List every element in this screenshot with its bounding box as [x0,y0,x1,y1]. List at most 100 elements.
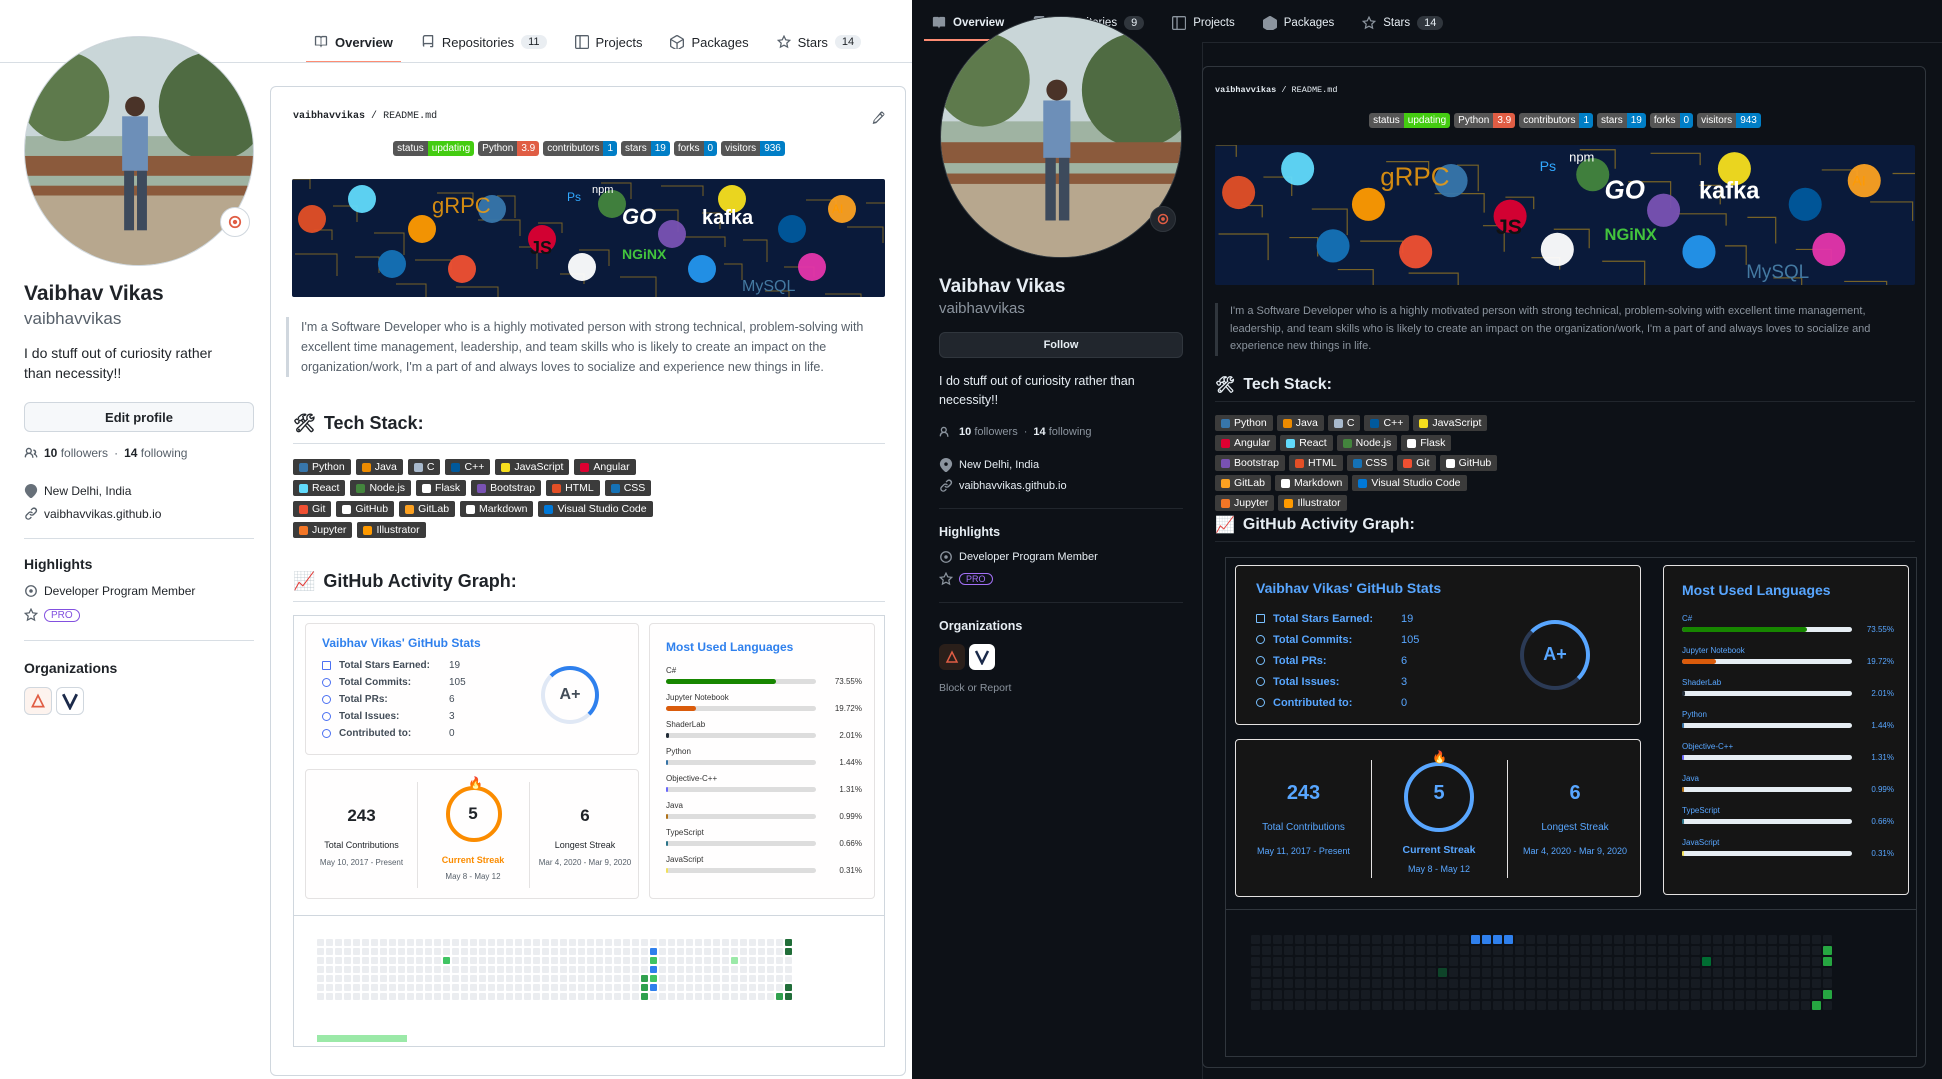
contribution-cell[interactable] [1746,979,1755,988]
contribution-cell[interactable] [1526,935,1535,944]
contribution-cell[interactable] [632,939,639,946]
contribution-cell[interactable] [713,975,720,982]
contribution-cell[interactable] [1812,990,1821,999]
contribution-cell[interactable] [677,966,684,973]
contribution-cell[interactable] [1823,946,1832,955]
contribution-cell[interactable] [578,957,585,964]
website-link[interactable]: vaibhavvikas.github.io [959,480,1067,492]
contribution-cell[interactable] [452,993,459,1000]
contribution-cell[interactable] [713,966,720,973]
contribution-cell[interactable] [677,948,684,955]
contribution-cell[interactable] [1416,990,1425,999]
contribution-cell[interactable] [704,993,711,1000]
contribution-cell[interactable] [1570,990,1579,999]
contribution-cell[interactable] [542,948,549,955]
contribution-cell[interactable] [731,984,738,991]
contribution-cell[interactable] [1768,1001,1777,1010]
contribution-cell[interactable] [1273,979,1282,988]
contribution-cell[interactable] [1350,946,1359,955]
contribution-cell[interactable] [398,975,405,982]
contribution-cell[interactable] [1713,968,1722,977]
contribution-cell[interactable] [1735,1001,1744,1010]
contribution-cell[interactable] [785,957,792,964]
contribution-cell[interactable] [542,984,549,991]
contribution-cell[interactable] [605,939,612,946]
contribution-cell[interactable] [1746,946,1755,955]
contribution-cell[interactable] [758,948,765,955]
contribution-cell[interactable] [1702,935,1711,944]
contribution-cell[interactable] [479,975,486,982]
contribution-cell[interactable] [677,939,684,946]
contribution-cell[interactable] [1614,957,1623,966]
contribution-cell[interactable] [416,939,423,946]
contribution-cell[interactable] [1603,979,1612,988]
contribution-cell[interactable] [623,984,630,991]
contribution-cell[interactable] [614,948,621,955]
contribution-cell[interactable] [1427,935,1436,944]
contribution-cell[interactable] [1449,946,1458,955]
contribution-cell[interactable] [1504,979,1513,988]
contribution-cell[interactable] [1757,946,1766,955]
contribution-cell[interactable] [452,966,459,973]
contribution-cell[interactable] [335,948,342,955]
contribution-cell[interactable] [1680,968,1689,977]
contribution-cell[interactable] [1592,935,1601,944]
contribution-cell[interactable] [1328,957,1337,966]
contribution-cell[interactable] [1647,990,1656,999]
contribution-cell[interactable] [443,939,450,946]
contribution-cell[interactable] [362,975,369,982]
contribution-cell[interactable] [785,939,792,946]
contribution-cell[interactable] [569,948,576,955]
contribution-cell[interactable] [1702,990,1711,999]
contribution-cell[interactable] [1482,957,1491,966]
contribution-cell[interactable] [362,957,369,964]
contribution-cell[interactable] [677,984,684,991]
org-avatar-1[interactable] [24,687,52,715]
contribution-cell[interactable] [749,948,756,955]
contribution-cell[interactable] [1669,990,1678,999]
contribution-cell[interactable] [407,939,414,946]
contribution-cell[interactable] [1669,946,1678,955]
contribution-cell[interactable] [542,993,549,1000]
status-emoji-icon[interactable] [220,207,250,237]
contribution-cell[interactable] [1515,968,1524,977]
contribution-cell[interactable] [470,957,477,964]
contribution-cell[interactable] [407,975,414,982]
contribution-cell[interactable] [1493,979,1502,988]
contribution-cell[interactable] [1757,979,1766,988]
contribution-cell[interactable] [1526,990,1535,999]
contribution-cell[interactable] [650,948,657,955]
block-report-link[interactable]: Block or Report [939,682,1011,694]
contribution-cell[interactable] [605,957,612,964]
readme-path-user[interactable]: vaibhavvikas [1215,85,1276,95]
contribution-cell[interactable] [1438,935,1447,944]
contribution-cell[interactable] [578,984,585,991]
tab-stars[interactable]: Stars 14 [763,22,876,62]
contribution-cell[interactable] [461,993,468,1000]
contribution-cell[interactable] [1779,946,1788,955]
contribution-cell[interactable] [1504,946,1513,955]
contribution-cell[interactable] [1493,946,1502,955]
tab-stars[interactable]: Stars 14 [1348,6,1457,40]
contribution-cell[interactable] [326,984,333,991]
contribution-cell[interactable] [1702,968,1711,977]
contribution-cell[interactable] [1636,1001,1645,1010]
contribution-cell[interactable] [1328,1001,1337,1010]
contribution-cell[interactable] [479,984,486,991]
contribution-cell[interactable] [1823,990,1832,999]
contribution-cell[interactable] [452,948,459,955]
contribution-cell[interactable] [1592,968,1601,977]
graph-scrollbar[interactable] [317,1035,407,1042]
contribution-cell[interactable] [1801,1001,1810,1010]
contribution-cell[interactable] [1317,979,1326,988]
contribution-cell[interactable] [1273,957,1282,966]
contribution-cell[interactable] [1405,957,1414,966]
contribution-cell[interactable] [1581,979,1590,988]
contribution-cell[interactable] [641,939,648,946]
contribution-cell[interactable] [1493,968,1502,977]
contribution-cell[interactable] [632,948,639,955]
contribution-cell[interactable] [560,975,567,982]
contribution-cell[interactable] [758,975,765,982]
contribution-cell[interactable] [560,993,567,1000]
contribution-cell[interactable] [362,939,369,946]
